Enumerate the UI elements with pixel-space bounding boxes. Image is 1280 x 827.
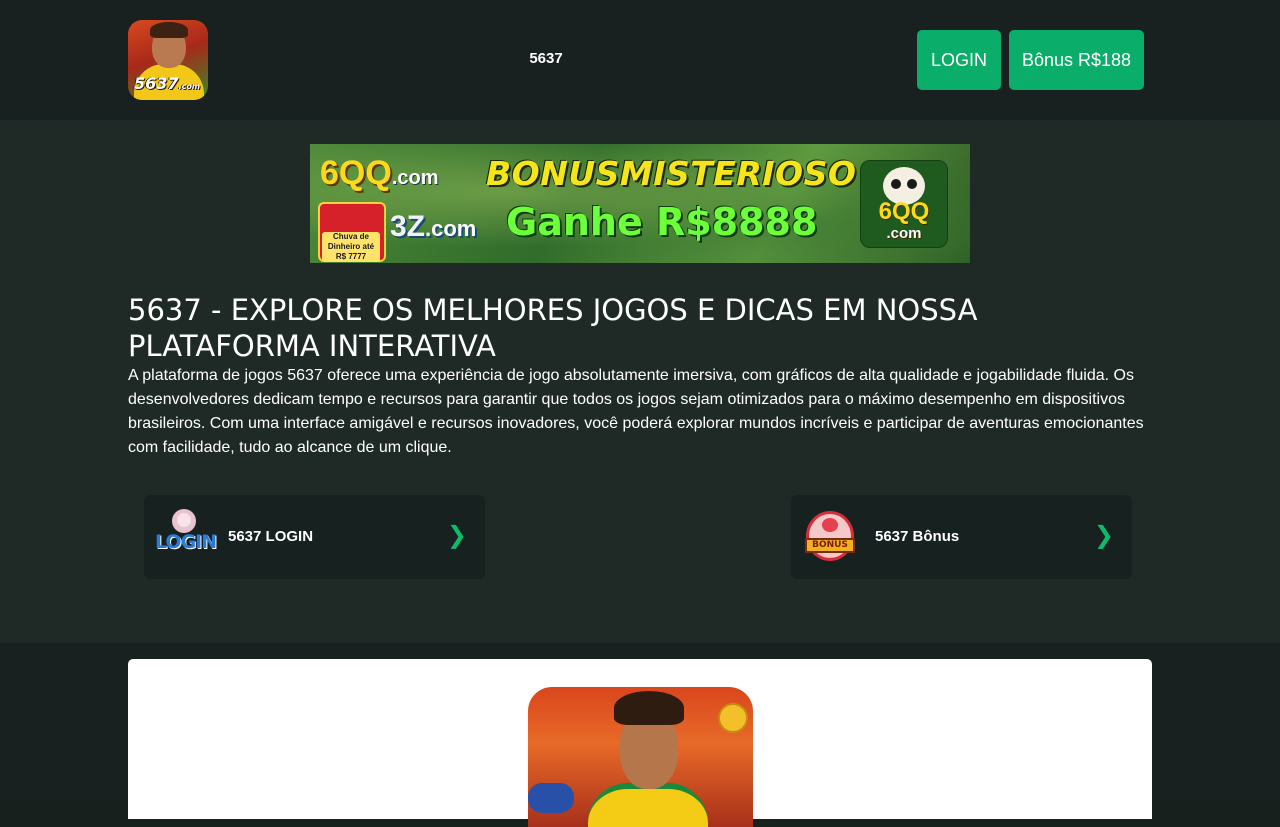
hero-shirt — [588, 783, 708, 827]
site-header: 5637.com 5637 LOGIN Bônus R$188 — [0, 0, 1280, 120]
page-title: 5637 - EXPLORE OS MELHORES JOGOS E DICAS… — [128, 293, 978, 363]
bonus-icon: BONUS — [799, 507, 863, 567]
promo-banner[interactable]: 6QQ.com Chuva de Dinheiro até R$ 7777 3Z… — [310, 144, 970, 263]
login-icon: LOGIN — [152, 507, 217, 567]
banner-brand-6qq: 6QQ.com — [320, 154, 439, 192]
game-panel — [128, 659, 1152, 827]
bonus-seal-icon — [806, 511, 854, 561]
bonus-card-label: 5637 Bônus — [875, 528, 960, 545]
banner-gift-text: Chuva de Dinheiro até R$ 7777 — [322, 232, 380, 262]
main-content: 6QQ.com Chuva de Dinheiro até R$ 7777 3Z… — [0, 120, 1280, 643]
hero-game-image[interactable] — [528, 687, 753, 827]
banner-subheadline: Ganhe R$8888 — [506, 200, 818, 244]
login-card[interactable]: LOGIN 5637 LOGIN ❯ — [144, 495, 485, 579]
intro-paragraph: A plataforma de jogos 5637 oferece uma e… — [128, 367, 1144, 456]
login-icon-text: LOGIN — [155, 531, 217, 553]
site-title[interactable]: 5637 — [500, 50, 592, 67]
banner-brand-3z: 3Z.com — [390, 210, 477, 243]
banner-headline: BONUSMISTERIOSO — [486, 154, 857, 193]
site-logo[interactable]: 5637.com — [128, 20, 208, 100]
bonus-card[interactable]: BONUS 5637 Bônus ❯ — [791, 495, 1132, 579]
lower-section — [0, 643, 1280, 827]
bonus-icon-text: BONUS — [805, 538, 855, 553]
bonus-button[interactable]: Bônus R$188 — [1009, 30, 1144, 90]
banner-6qq-badge: 6QQ .com — [860, 160, 948, 248]
glove-icon — [528, 783, 574, 813]
login-card-label: 5637 LOGIN — [228, 528, 314, 545]
badge-text: 6QQ .com — [878, 198, 930, 243]
login-button[interactable]: LOGIN — [917, 30, 1001, 90]
chevron-right-icon: ❯ — [1093, 522, 1114, 549]
chevron-right-icon: ❯ — [446, 522, 467, 549]
hero-hair — [614, 691, 684, 725]
avatar-icon — [172, 509, 196, 533]
logo-text: 5637.com — [134, 74, 201, 93]
coin-icon — [718, 703, 748, 733]
logo-player-hair — [150, 22, 188, 38]
